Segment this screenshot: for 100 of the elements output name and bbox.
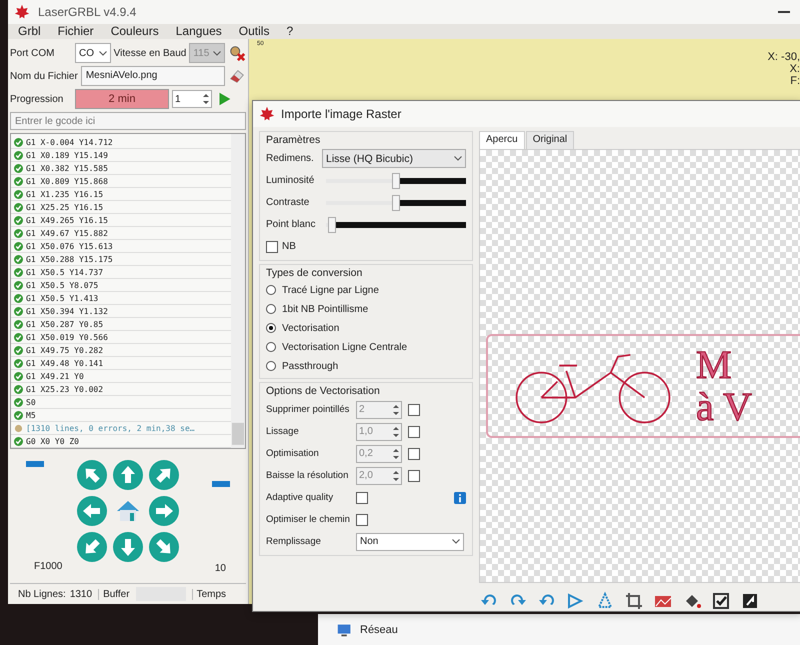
check-icon <box>14 150 23 160</box>
spin-arrows-icon <box>393 404 399 416</box>
arrow-button[interactable] <box>148 532 179 562</box>
log-line: G1 X0.189 Y15.149 <box>26 150 108 160</box>
check-icon <box>14 384 23 394</box>
sign-text: M <box>696 344 733 386</box>
checkbox[interactable] <box>408 448 420 460</box>
copies-spinner[interactable]: 1 <box>172 90 212 108</box>
log-line: G1 X50.5 Y14.737 <box>26 268 104 276</box>
check-icon <box>14 164 23 172</box>
menu-item[interactable]: Langues <box>176 24 222 38</box>
check-icon <box>14 358 23 368</box>
check-icon <box>14 294 23 302</box>
arrow-button[interactable] <box>76 460 107 490</box>
spin-arrows-icon <box>393 426 399 438</box>
log-line: G1 X50.394 Y1.132 <box>26 306 108 316</box>
minimize-button[interactable] <box>778 10 790 13</box>
radio-label: Vectorisation <box>282 322 340 334</box>
checkbox[interactable] <box>356 492 368 504</box>
file-name-field[interactable]: MesniAVelo.png <box>80 66 225 86</box>
taskbar-item[interactable]: Réseau <box>318 614 800 645</box>
dialog-title: Importe l'image Raster <box>281 107 402 121</box>
lines-label: Nb Lignes: <box>18 588 66 600</box>
tab[interactable]: Apercu <box>479 131 525 149</box>
spin-arrows-icon <box>393 448 399 460</box>
spin-arrows-icon <box>393 470 399 482</box>
port-dropdown[interactable]: CO <box>75 43 111 63</box>
log-line: G1 X25.25 Y16.15 <box>26 202 104 212</box>
dot-icon <box>14 424 23 432</box>
scrollbar[interactable] <box>231 134 245 448</box>
disconnect-icon[interactable] <box>228 44 246 62</box>
radio-button[interactable] <box>266 342 276 352</box>
gcode-input[interactable]: Entrer le gcode ici <box>10 112 246 130</box>
option-label: Baisse la résolution <box>266 470 350 481</box>
option-label: Optimiser le chemin <box>266 514 350 525</box>
progress-bar: 2 min <box>75 89 169 109</box>
tab[interactable]: Original <box>526 131 574 149</box>
spin-arrows-icon <box>203 93 209 105</box>
check-icon <box>14 280 23 290</box>
slider-label: Luminosité <box>266 175 316 186</box>
check-icon <box>14 242 23 250</box>
check-icon <box>14 176 23 186</box>
arrow-button[interactable] <box>76 496 107 526</box>
checkbox[interactable] <box>408 470 420 482</box>
arrow-button[interactable] <box>76 532 107 562</box>
radio-button[interactable] <box>266 323 276 333</box>
checkbox[interactable] <box>408 426 420 438</box>
check-icon <box>14 138 23 146</box>
log-line: G1 X49.67 Y15.882 <box>26 228 108 238</box>
chevron-icon <box>454 156 462 161</box>
window-title: LaserGRBL v4.9.4 <box>38 4 136 19</box>
eraser-icon[interactable] <box>228 67 246 85</box>
slider-label: Contraste <box>266 197 310 208</box>
arrow-button[interactable] <box>112 532 143 562</box>
log-line: G1 X50.5 Y8.075 <box>26 280 98 290</box>
resize-dropdown[interactable]: Lisse (HQ Bicubic) <box>322 149 466 168</box>
slider[interactable] <box>326 218 466 230</box>
radio-button[interactable] <box>266 285 276 295</box>
checkmark-icon[interactable] <box>711 591 731 611</box>
info-icon[interactable] <box>454 492 466 504</box>
log-line: G1 X50.287 Y0.85 <box>26 320 104 328</box>
buffer-label: Buffer <box>98 588 130 600</box>
check-icon <box>14 228 23 238</box>
log-line: M5 <box>26 410 36 420</box>
log-line: G1 X50.288 Y15.175 <box>26 254 113 264</box>
option-label: Lissage <box>266 426 300 437</box>
fill-dropdown[interactable]: Non <box>356 532 464 550</box>
option-label: Supprimer pointillés <box>266 404 350 415</box>
check-icon <box>14 202 23 212</box>
log-line: G1 X-0.004 Y14.712 <box>26 138 113 146</box>
check-icon <box>14 398 23 406</box>
checkbox[interactable] <box>356 514 368 526</box>
log-line: G1 X49.48 Y0.141 <box>26 358 104 368</box>
check-icon <box>14 306 23 316</box>
option-label: Optimisation <box>266 448 320 459</box>
group-title: Options de Vectorisation <box>266 385 381 397</box>
arrow-button[interactable] <box>112 460 143 490</box>
menu-item[interactable]: Grbl <box>18 24 41 38</box>
arrow-button[interactable] <box>148 496 179 526</box>
menu-item[interactable]: Fichier <box>58 24 94 38</box>
option-label: Adaptive quality <box>266 492 334 503</box>
arrow-button[interactable] <box>148 460 179 490</box>
checkbox[interactable] <box>266 240 278 252</box>
resize-label: Redimens. <box>266 153 315 164</box>
radio-label: Vectorisation Ligne Centrale <box>282 342 408 352</box>
menu-item[interactable]: Couleurs <box>110 24 159 38</box>
menu-item[interactable]: Outils <box>238 24 270 38</box>
radio-button[interactable] <box>266 361 276 371</box>
checkbox[interactable] <box>408 404 420 416</box>
check-icon <box>14 372 23 380</box>
radio-button[interactable] <box>266 304 276 314</box>
log-line: [1310 lines, 0 errors, 2 min,38 se… <box>26 424 195 432</box>
check-icon <box>14 346 23 354</box>
feed-value: F1000 <box>34 561 62 572</box>
chevron-icon <box>213 50 221 56</box>
menu-item[interactable]: ? <box>286 24 294 38</box>
crop-icon[interactable] <box>624 591 644 611</box>
log-line: S0 <box>26 398 36 406</box>
log-line: G1 X0.382 Y15.585 <box>26 164 108 172</box>
check-icon <box>14 320 23 328</box>
